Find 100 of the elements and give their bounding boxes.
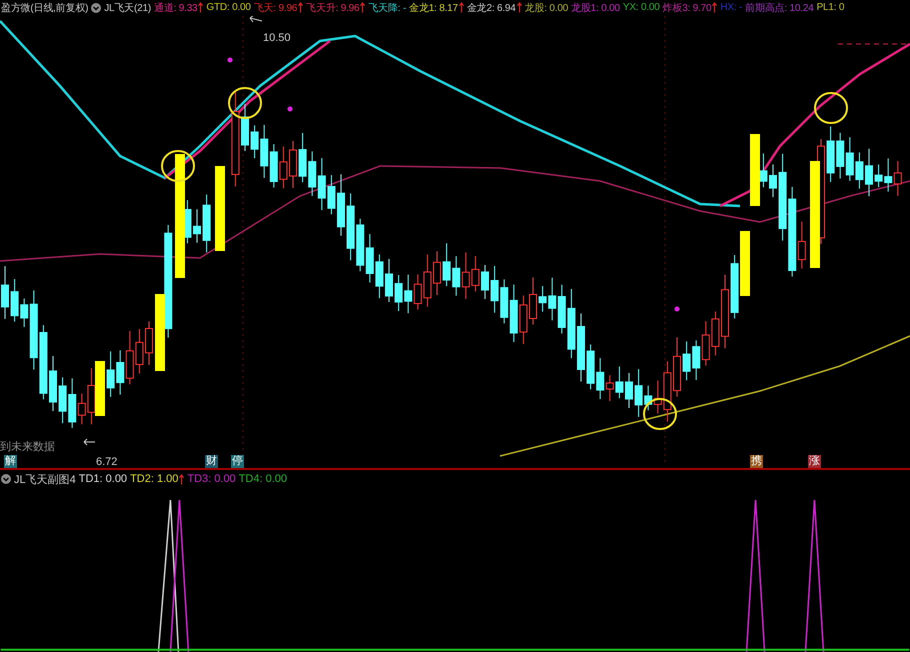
candlestick [567,288,576,359]
symbol-label: 盈方微(日线,前复权) [1,2,88,15]
highlight-circle [814,92,848,124]
up-arrow-icon [712,2,718,14]
indicator-value: TD2: 1.00 [130,473,184,486]
candlestick [711,311,720,356]
up-arrow-icon [516,2,522,14]
candlestick [529,276,537,325]
candlestick [702,320,710,366]
up-arrow-icon [179,474,184,485]
candlestick [202,194,211,253]
candlestick [865,148,873,197]
candlestick [279,146,288,189]
indicator-value: 飞天降: - [368,2,406,15]
candlestick [356,218,364,272]
indicator-value: 通道: 9.33 [154,0,204,15]
candlestick [894,160,902,196]
candlestick [318,158,326,211]
candlestick [577,312,585,382]
candlestick [346,192,355,261]
highlight-circle [161,150,195,182]
up-arrow-icon [298,2,304,14]
pointer-arrow-icon [84,438,96,446]
warning-note: 到未来数据 [0,440,55,454]
candlestick [510,284,518,342]
event-badge[interactable]: 停 [231,454,244,468]
event-badge[interactable]: 携 [750,454,763,468]
indicator-value: TD1: 0.00 [78,473,128,486]
candlestick [846,136,854,182]
event-badge[interactable]: 涨 [808,454,821,468]
indicator-name[interactable]: JL飞天(21) [91,0,151,15]
indicator-value: GTD: 0.00 [206,2,251,14]
candlestick [855,152,864,190]
up-arrow-icon [198,2,204,14]
candlestick [586,344,595,390]
indicator-value: 飞天: 9.96 [254,0,304,15]
candlestick [327,174,336,215]
candlestick [673,336,681,398]
dropdown-icon[interactable] [1,474,11,484]
price-label: 6.72 [96,456,118,468]
candlestick [241,103,249,152]
candlestick [135,328,144,374]
candlestick [490,265,499,314]
candlestick [126,330,134,385]
candlestick [394,274,403,312]
candlestick [404,274,412,314]
indicator-value: 飞天升: 9.96 [306,0,366,15]
candlestick [270,144,278,188]
indicator-value: 金龙2: 6.94 [466,0,522,15]
indicator-value: PL1: 0 [816,2,844,14]
candlestick [615,366,624,399]
price-label: 10.50 [263,32,291,44]
candlestick [298,132,307,183]
candlestick [558,284,566,334]
candlestick [442,242,451,287]
candlestick [462,252,470,300]
dropdown-icon[interactable] [91,2,102,13]
event-badge[interactable]: 解 [4,454,17,468]
indicator-value: 炸板3: 9.70 [662,0,718,15]
candlestick [193,208,201,244]
indicator-value: TD3: 0.00 [187,473,236,486]
candlestick [49,355,57,412]
up-arrow-icon [360,2,366,14]
up-arrow-icon [458,2,464,14]
candlestick [452,256,460,296]
indicator-value: TD4: 0.00 [238,473,287,486]
candlestick [769,164,777,198]
highlight-circle [643,398,677,430]
candlestick [433,250,441,296]
indicator-value: 金龙1: 8.17 [409,0,464,15]
candlestick [308,150,316,196]
indicator-name[interactable]: JL飞天副图4 [14,472,76,487]
highlight-circle [228,86,262,119]
event-badge[interactable]: 财 [205,454,218,468]
candlestick [826,126,835,182]
candlestick [289,140,297,188]
candlestick [740,230,750,296]
candlestick [58,376,67,424]
indicator-value: 龙股1: 0.00 [571,2,620,15]
candlestick [106,350,115,398]
indicator-value: YX: 0.00 [622,2,660,14]
candlestick [836,132,844,179]
candlestick [385,258,393,302]
candlestick [730,254,739,319]
candlestick [471,255,480,292]
candlestick [337,174,345,236]
candlestick [366,234,374,283]
candlestick [682,340,691,381]
indicator-value: 龙股: 0.00 [524,2,568,15]
signal-dot [674,306,680,312]
candlestick [145,320,153,366]
indicator-value: HX: - [720,2,742,14]
signal-dot [288,106,292,112]
candlestick [95,360,105,416]
indicator-value: 前期高点: 10.24 [745,2,814,15]
signal-dot [228,57,232,62]
candlestick [625,372,633,408]
candlestick [375,254,384,299]
candlestick [519,295,528,345]
pointer-arrow-icon [250,16,262,22]
